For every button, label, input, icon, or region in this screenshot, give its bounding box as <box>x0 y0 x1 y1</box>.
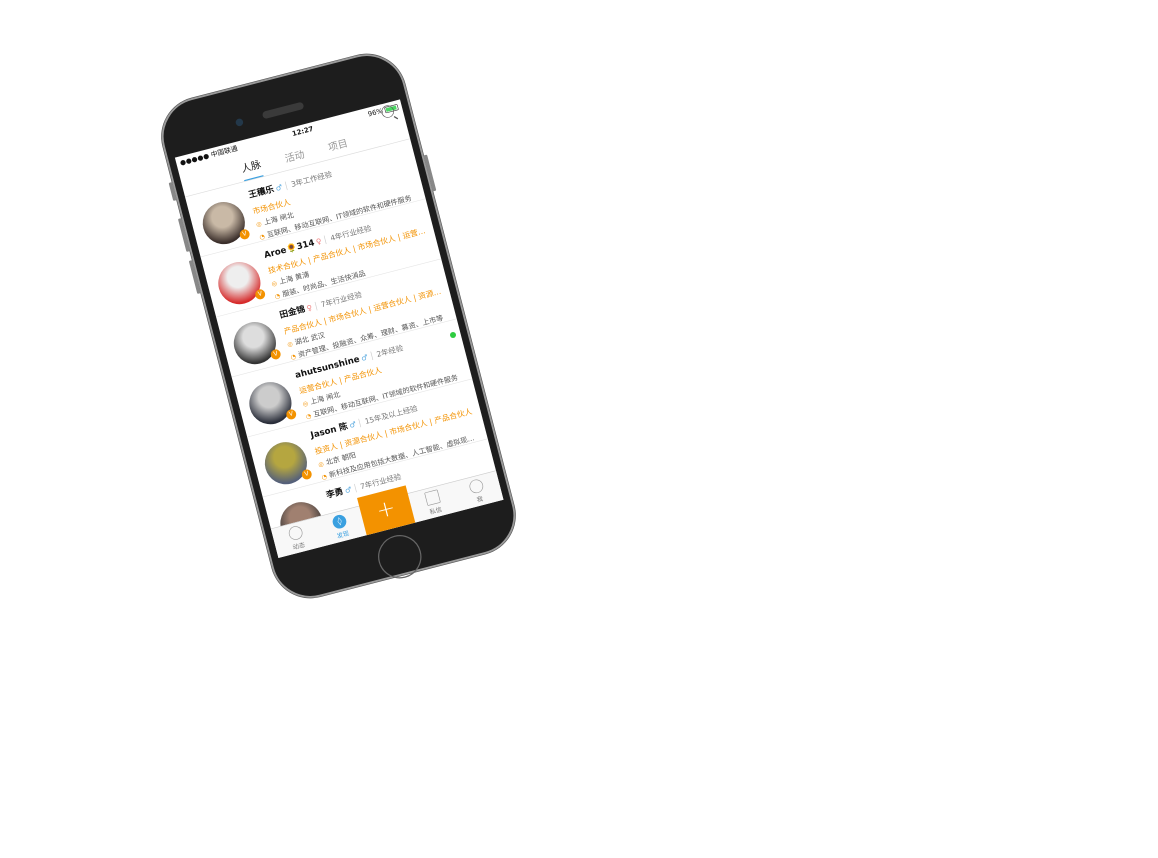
gender-icon: ♂ <box>274 182 284 193</box>
tab-discover-label: 发现 <box>336 530 351 541</box>
avatar[interactable] <box>198 197 250 249</box>
volume-up-button <box>177 218 191 252</box>
location-icon: ◎ <box>255 220 263 229</box>
speaker <box>261 101 305 120</box>
verified-badge: V <box>285 408 298 421</box>
verified-badge: V <box>238 228 251 241</box>
gender-icon: ♂ <box>348 419 358 430</box>
person-name: 王穰乐 <box>247 184 276 201</box>
mute-switch <box>168 182 177 201</box>
avatar[interactable] <box>213 257 266 309</box>
verified-badge: V <box>300 468 313 481</box>
home-button[interactable] <box>373 530 427 584</box>
planet-icon <box>287 524 304 542</box>
mail-icon <box>424 489 441 507</box>
compass-icon: ◊ <box>331 513 348 530</box>
phone-frame: ●●●●● 中国联通 12:27 96% 人脉 活动 项目 V 王穰乐♂ 3年工作… <box>153 45 524 607</box>
tab-messages-label: 私信 <box>428 506 443 517</box>
avatar[interactable] <box>244 377 297 429</box>
gender-icon: ♂ <box>343 484 353 496</box>
location-icon: ◎ <box>301 400 309 409</box>
avatar[interactable] <box>229 317 281 369</box>
tab-dynamic-label: 动态 <box>292 541 306 552</box>
power-button <box>423 154 437 192</box>
avatar[interactable] <box>260 437 312 489</box>
person-name: 田金锦 <box>278 304 307 321</box>
industry-icon: ◔ <box>274 292 282 301</box>
person-icon <box>468 477 485 495</box>
tab-me-label: 我 <box>476 495 484 504</box>
volume-down-button <box>188 260 201 294</box>
person-name: 李勇 <box>325 486 345 501</box>
gender-icon: ♀ <box>305 303 314 313</box>
verified-badge: V <box>254 288 267 301</box>
screen: ●●●●● 中国联通 12:27 96% 人脉 活动 项目 V 王穰乐♂ 3年工作… <box>174 99 504 558</box>
industry-icon: ◔ <box>305 412 313 421</box>
camera-icon <box>234 117 244 127</box>
gender-icon: ♂ <box>360 352 369 363</box>
verified-badge: V <box>269 348 282 361</box>
location-icon: ◎ <box>286 340 294 349</box>
gender-icon: ♀ <box>315 236 323 247</box>
location-icon: ◎ <box>270 280 278 288</box>
location-icon: ◎ <box>317 460 325 469</box>
indicator-dot <box>450 332 456 338</box>
